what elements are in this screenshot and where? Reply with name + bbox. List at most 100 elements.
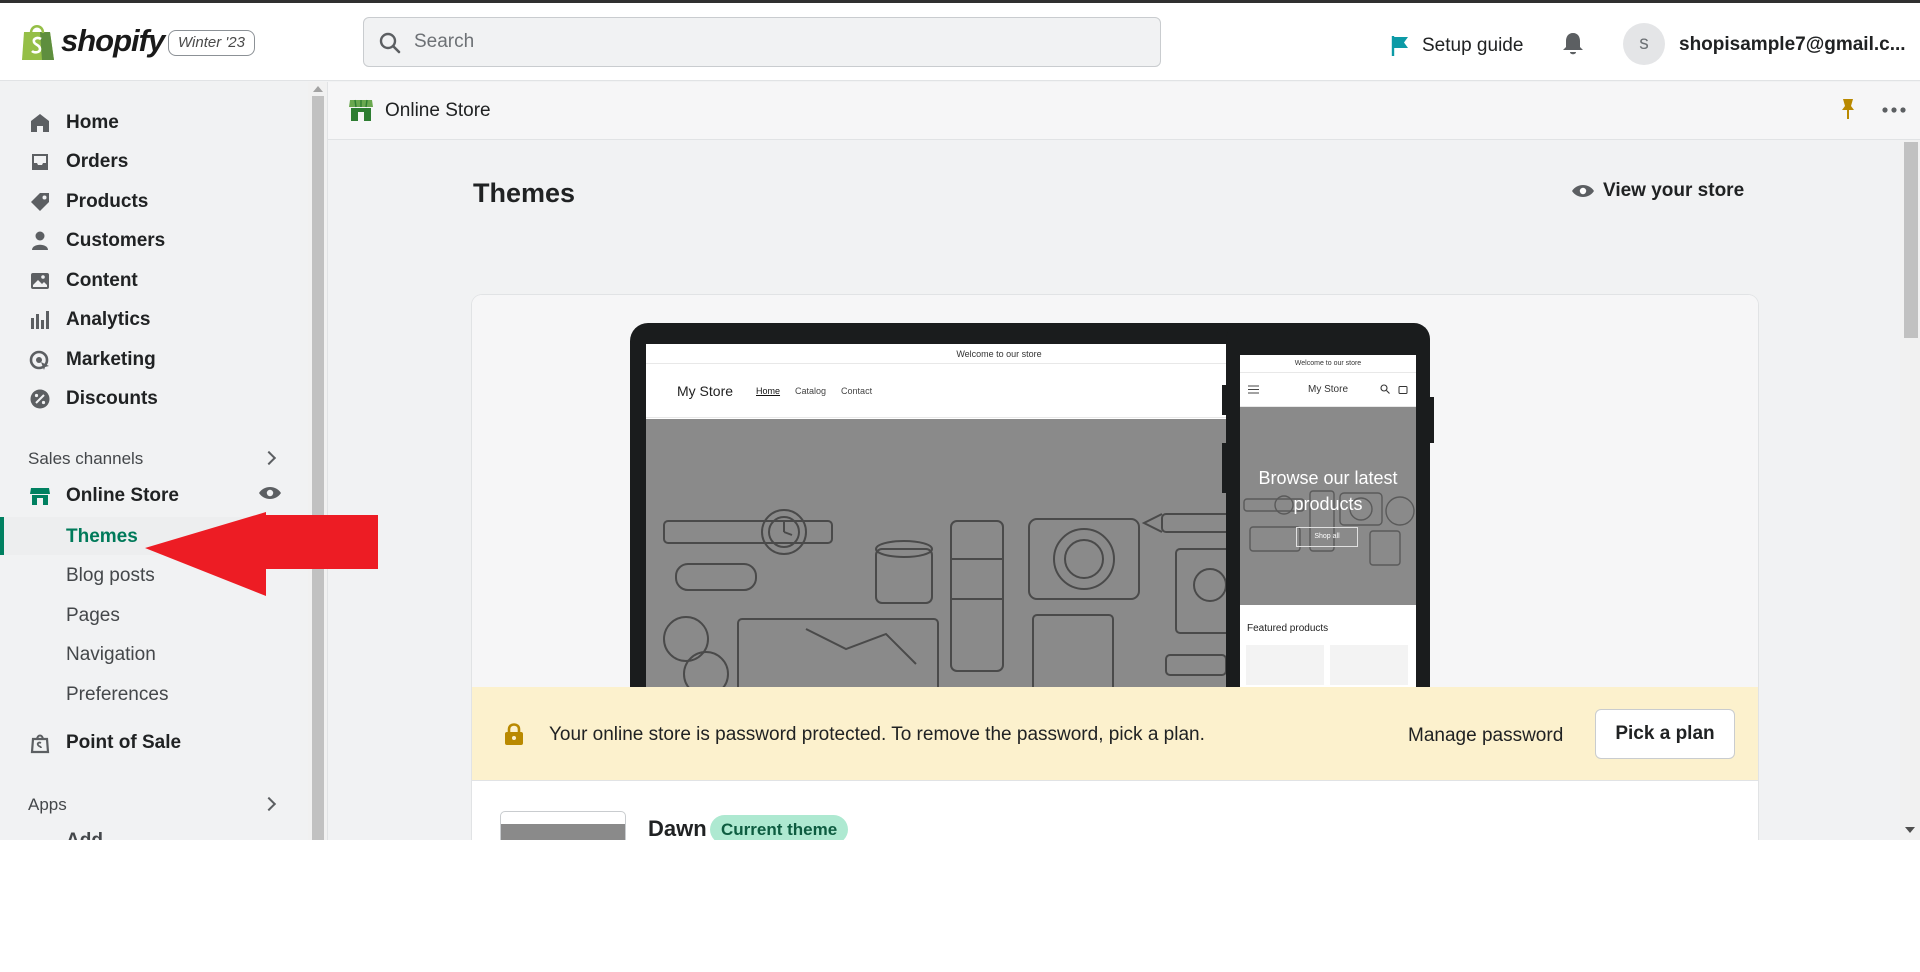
search-icon [379, 32, 401, 54]
scroll-up-arrow-icon[interactable] [313, 86, 323, 92]
mobile-preview-screen: Welcome to our store My Store Browse our… [1240, 355, 1416, 715]
target-icon [29, 350, 49, 370]
phone-side-button [1430, 397, 1434, 443]
eye-icon[interactable] [258, 485, 282, 501]
sidebar-scrollbar[interactable] [308, 82, 327, 840]
banner-message: Your online store is password protected.… [549, 724, 1205, 745]
setup-guide-button[interactable]: Setup guide [1390, 31, 1523, 61]
sidebar-item-themes[interactable]: Themes [66, 526, 138, 548]
sidebar-item-add-apps[interactable]: Add... [66, 830, 119, 840]
store-nav-item: Contact [841, 386, 873, 396]
sidebar-item-discounts[interactable]: Discounts [0, 379, 300, 417]
view-store-label: View your store [1603, 180, 1745, 201]
pick-a-plan-button[interactable]: Pick a plan [1595, 709, 1735, 759]
bar-chart-icon [31, 311, 49, 329]
sidebar-item-navigation[interactable]: Navigation [66, 644, 156, 666]
current-theme-row: Dawn Current theme [472, 781, 1758, 840]
flag-icon [1391, 36, 1408, 56]
avatar[interactable]: s [1623, 23, 1665, 65]
shop-all-button: Shop all [1296, 527, 1358, 547]
sidebar-item-blog-posts[interactable]: Blog posts [66, 565, 155, 587]
chevron-right-icon[interactable] [261, 796, 277, 812]
mobile-hero-title: Browse our latest products [1258, 468, 1398, 514]
channel-title: Online Store [385, 100, 491, 121]
cart-icon [1398, 386, 1408, 394]
app-frame: shopify Winter '23 Setup guide s shopisa… [0, 0, 1920, 840]
mobile-hero: Browse our latest products Shop all [1240, 407, 1416, 605]
more-actions-icon[interactable] [1882, 107, 1906, 113]
sidebar-item-pages[interactable]: Pages [66, 605, 120, 627]
phone-side-button [1222, 443, 1226, 493]
sidebar-item-label: Marketing [66, 349, 156, 370]
pin-icon[interactable] [1840, 98, 1856, 120]
announcement-bar: Welcome to our store [1240, 355, 1416, 373]
sidebar-item-point-of-sale[interactable]: Point of Sale [0, 723, 300, 761]
search-input[interactable] [414, 28, 1134, 56]
sidebar-item-label: Products [66, 191, 149, 212]
phone-side-button [1222, 385, 1226, 415]
chevron-right-icon[interactable] [261, 450, 277, 466]
sidebar: Home Orders Products Customers Content A… [0, 82, 328, 840]
discount-icon [30, 389, 50, 409]
store-icon [349, 99, 373, 121]
top-bar: shopify Winter '23 Setup guide s shopisa… [0, 0, 1920, 81]
sidebar-item-label: Discounts [66, 388, 158, 409]
theme-preview[interactable]: Welcome to our store My Store Home Catal… [472, 295, 1758, 715]
sidebar-item-label: Point of Sale [66, 732, 182, 753]
store-nav-item: Home [756, 386, 781, 396]
image-icon [31, 273, 49, 289]
sales-channels-heading[interactable]: Sales channels [28, 449, 143, 469]
sidebar-item-label: Home [66, 112, 119, 133]
person-icon [32, 231, 48, 250]
shopify-bag-icon[interactable] [20, 20, 56, 62]
store-logo: My Store [1308, 384, 1349, 395]
orders-icon [32, 154, 48, 170]
channel-header: Online Store [328, 82, 1920, 140]
scroll-down-arrow-icon[interactable] [1905, 827, 1915, 833]
sidebar-item-preferences[interactable]: Preferences [66, 684, 168, 706]
red-arrow-annotation-icon [145, 512, 378, 596]
current-theme-badge: Current theme [710, 815, 849, 840]
pos-icon [30, 734, 50, 754]
theme-thumbnail[interactable] [500, 811, 626, 840]
main-content: Online Store Themes View your store Welc… [328, 82, 1920, 840]
edition-badge: Winter '23 [168, 30, 255, 56]
sidebar-item-label: Orders [66, 151, 129, 172]
store-nav-item: Catalog [795, 386, 827, 396]
sidebar-item-label: Analytics [66, 309, 151, 330]
manage-password-button[interactable]: Manage password [1408, 725, 1563, 747]
sidebar-item-orders[interactable]: Orders [0, 142, 300, 180]
sidebar-item-marketing[interactable]: Marketing [0, 340, 300, 378]
view-store-button[interactable]: View your store [1571, 180, 1744, 202]
store-nav: Home Catalog Contact [756, 386, 872, 396]
theme-name: Dawn [648, 816, 707, 840]
menu-icon [1248, 385, 1259, 394]
eye-icon [1572, 185, 1594, 197]
sidebar-item-analytics[interactable]: Analytics [0, 300, 300, 338]
scrollbar-thumb[interactable] [312, 96, 324, 840]
scrollbar-thumb[interactable] [1904, 142, 1918, 338]
tag-icon [31, 193, 49, 211]
search-icon [1380, 384, 1390, 394]
account-email[interactable]: shopisample7@gmail.c... [1679, 34, 1906, 56]
theme-thumbnail-hero [501, 824, 625, 840]
bell-icon[interactable] [1561, 31, 1585, 57]
sidebar-item-label: Online Store [66, 485, 179, 506]
apps-heading[interactable]: Apps [28, 795, 67, 815]
product-tile [1330, 645, 1408, 685]
sidebar-item-content[interactable]: Content [0, 261, 300, 299]
sidebar-item-products[interactable]: Products [0, 182, 300, 220]
sidebar-item-home[interactable]: Home [0, 103, 300, 141]
sidebar-item-online-store[interactable]: Online Store [0, 476, 300, 514]
store-icon [30, 488, 50, 505]
store-logo: My Store [677, 383, 734, 399]
shopify-wordmark[interactable]: shopify [61, 23, 165, 59]
sidebar-item-label: Customers [66, 230, 166, 251]
main-scrollbar[interactable] [1900, 140, 1920, 840]
featured-products-heading: Featured products [1247, 623, 1329, 634]
lock-icon [505, 723, 523, 745]
product-tile [1246, 645, 1324, 685]
sidebar-item-customers[interactable]: Customers [0, 221, 300, 259]
search-bar[interactable] [363, 17, 1161, 67]
current-theme-card: Welcome to our store My Store Home Catal… [472, 295, 1758, 840]
